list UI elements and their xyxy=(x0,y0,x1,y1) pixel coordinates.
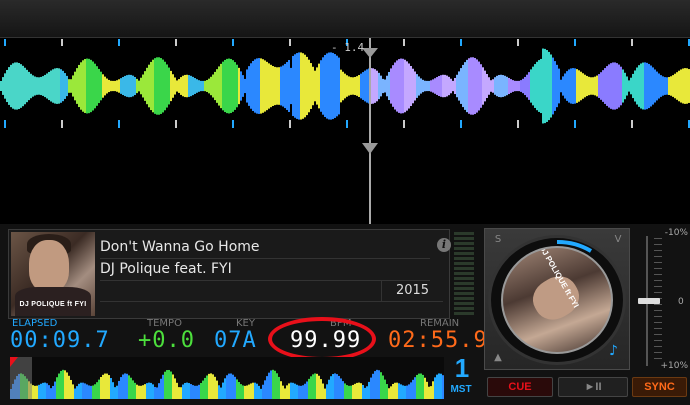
beat-countdown: - 1.4 xyxy=(331,41,365,54)
vu-meter xyxy=(454,232,474,316)
track-title: Don't Wanna Go Home xyxy=(100,239,430,259)
track-artist: DJ Polique feat. FYI xyxy=(100,261,430,281)
pitch-bottom-label: +10% xyxy=(660,361,688,371)
cover-text: DJ POLIQUE ft FYI xyxy=(19,301,87,308)
pitch-slider[interactable]: -10% 0 +10% xyxy=(636,228,688,371)
track-info-panel: DJ POLIQUE ft FYI Don't Wanna Go Home DJ… xyxy=(8,229,451,319)
pitch-slider-knob[interactable] xyxy=(638,298,660,304)
info-icon[interactable]: i xyxy=(437,238,451,252)
play-pause-button[interactable]: ►II xyxy=(558,377,628,397)
deck-panel: DJ POLIQUE ft FYI Don't Wanna Go Home DJ… xyxy=(0,224,690,405)
jog-wheel-frame: S V DJ POLIQUE ft FYI ▲ ♪ xyxy=(484,228,630,370)
tempo-value[interactable]: +0.0 xyxy=(138,328,195,353)
overview-waveform-graphic xyxy=(10,357,444,399)
main-waveform[interactable]: - 1.4 xyxy=(0,38,690,224)
deck-master-badge: MST xyxy=(450,384,472,395)
bpm-highlight-circle xyxy=(268,317,376,361)
music-note-icon[interactable]: ♪ xyxy=(609,343,618,359)
overview-waveform[interactable] xyxy=(10,357,444,399)
top-header-bar xyxy=(0,0,690,38)
jog-progress-arc xyxy=(556,239,593,253)
cue-button[interactable]: CUE xyxy=(487,377,553,397)
waveform-graphic xyxy=(0,38,690,224)
pitch-top-label: -10% xyxy=(664,228,688,238)
key-value[interactable]: 07A xyxy=(214,328,257,353)
sync-button[interactable]: SYNC xyxy=(632,377,687,397)
album-cover: DJ POLIQUE ft FYI xyxy=(11,232,95,316)
track-year: 2015 xyxy=(381,281,443,301)
deck-number: 1 xyxy=(454,353,470,383)
pitch-zero-label: 0 xyxy=(678,297,684,307)
eject-icon[interactable]: ▲ xyxy=(489,351,507,365)
remaining-time[interactable]: 02:55.9 xyxy=(388,328,488,353)
elapsed-time[interactable]: 00:09.7 xyxy=(10,328,110,353)
jog-wheel[interactable]: DJ POLIQUE ft FYI xyxy=(488,235,626,365)
